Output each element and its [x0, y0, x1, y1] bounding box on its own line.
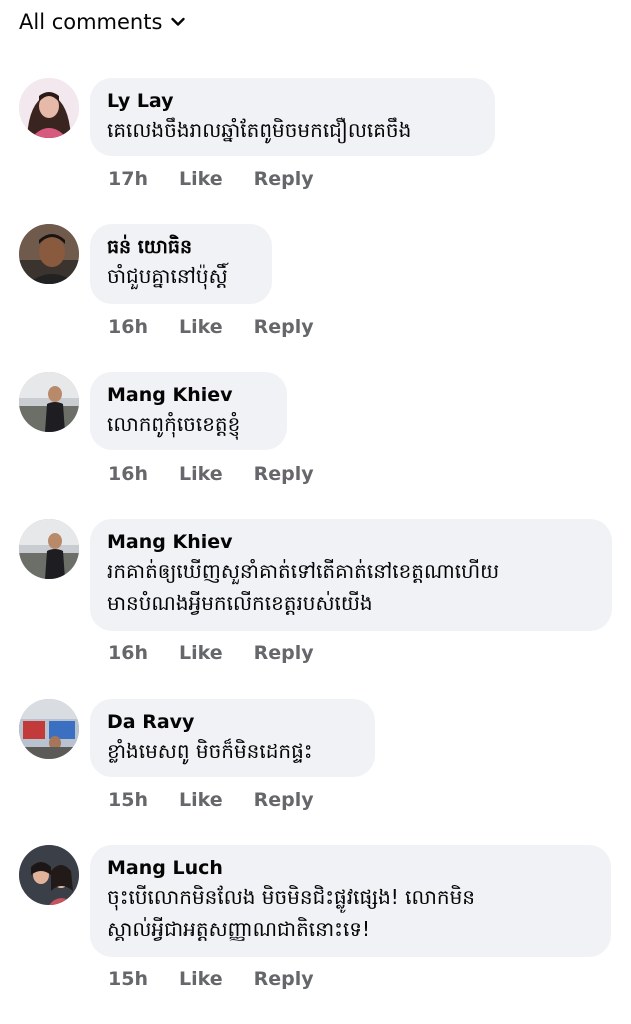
comment-item: Da Ravy ខ្លាំងមេសពូ មិចក៏មិនដេកផ្ទះ 15h …	[19, 699, 617, 819]
like-button[interactable]: Like	[179, 316, 223, 338]
comment-actions: 17h Like Reply	[108, 168, 314, 190]
comment-text-line: ស្គាល់អ្វីជាអត្តសញ្ញាណជាតិនោះទេ!	[107, 917, 370, 941]
comment-time[interactable]: 16h	[108, 463, 148, 485]
comment-item: Ly Lay គេលេងចឹងរាលឆ្នាំតែពូមិចមកជឿលគេចឹង…	[19, 78, 617, 198]
comment-actions: 16h Like Reply	[108, 316, 314, 338]
comment-text: ចុះបើលោកមិនលែង មិចមិនជិះផ្លូវផ្សេង! លោកម…	[107, 885, 475, 909]
reply-button[interactable]: Reply	[254, 642, 314, 664]
comment-bubble: Ly Lay គេលេងចឹងរាលឆ្នាំតែពូមិចមកជឿលគេចឹង	[90, 78, 495, 156]
comment-author[interactable]: Ly Lay	[107, 88, 478, 114]
avatar[interactable]	[19, 224, 79, 284]
comment-text: លោកពូកុំចេខេត្តខ្ញុំ	[107, 412, 241, 436]
like-button[interactable]: Like	[179, 789, 223, 811]
avatar[interactable]	[19, 78, 79, 138]
comment-item: ធន់ យោធិន ចាំជួបគ្នានៅប៉ុស្ដិ៍ 16h Like …	[19, 224, 617, 344]
comment-bubble: Mang Luch ចុះបើលោកមិនលែង មិចមិនជិះផ្លូវផ…	[90, 845, 611, 957]
avatar[interactable]	[19, 845, 79, 905]
comment-actions: 16h Like Reply	[108, 642, 314, 664]
avatar[interactable]	[19, 372, 79, 432]
avatar[interactable]	[19, 699, 79, 759]
comment-actions: 16h Like Reply	[108, 463, 314, 485]
reply-button[interactable]: Reply	[254, 789, 314, 811]
comment-bubble: ធន់ យោធិន ចាំជួបគ្នានៅប៉ុស្ដិ៍	[90, 224, 272, 304]
reply-button[interactable]: Reply	[254, 463, 314, 485]
comment-text: ចាំជួបគ្នានៅប៉ុស្ដិ៍	[107, 264, 228, 288]
filter-label: All comments	[19, 10, 163, 34]
comment-author[interactable]: Mang Khiev	[107, 529, 595, 555]
comment-text: ខ្លាំងមេសពូ មិចក៏មិនដេកផ្ទះ	[107, 739, 313, 763]
comment-item: Mang Khiev រកគាត់ឲ្យឃើញសួនាំគាត់ទៅតើគាត់…	[19, 519, 617, 669]
avatar[interactable]	[19, 519, 79, 579]
reply-button[interactable]: Reply	[254, 316, 314, 338]
comments-filter-dropdown[interactable]: All comments	[19, 10, 186, 34]
comment-actions: 15h Like Reply	[108, 968, 314, 990]
comment-author[interactable]: ធន់ យោធិន	[107, 234, 255, 260]
comment-author[interactable]: Da Ravy	[107, 709, 358, 735]
comment-bubble: Mang Khiev រកគាត់ឲ្យឃើញសួនាំគាត់ទៅតើគាត់…	[90, 519, 612, 631]
like-button[interactable]: Like	[179, 168, 223, 190]
comment-actions: 15h Like Reply	[108, 789, 314, 811]
comment-bubble: Da Ravy ខ្លាំងមេសពូ មិចក៏មិនដេកផ្ទះ	[90, 699, 375, 777]
comment-time[interactable]: 15h	[108, 789, 148, 811]
comment-text: រកគាត់ឲ្យឃើញសួនាំគាត់ទៅតើគាត់នៅខេត្តណាហើ…	[107, 559, 500, 583]
comment-item: Mang Khiev លោកពូកុំចេខេត្តខ្ញុំ 16h Like…	[19, 372, 617, 492]
comment-author[interactable]: Mang Luch	[107, 855, 594, 881]
reply-button[interactable]: Reply	[254, 168, 314, 190]
like-button[interactable]: Like	[179, 642, 223, 664]
comment-time[interactable]: 17h	[108, 168, 148, 190]
comment-time[interactable]: 15h	[108, 968, 148, 990]
comment-text-line: មានបំណងអ្វីមកលើកខេត្តរបស់យើង	[107, 591, 373, 615]
reply-button[interactable]: Reply	[254, 968, 314, 990]
comment-item: Mang Luch ចុះបើលោកមិនលែង មិចមិនជិះផ្លូវផ…	[19, 845, 617, 995]
like-button[interactable]: Like	[179, 463, 223, 485]
comment-time[interactable]: 16h	[108, 316, 148, 338]
comment-time[interactable]: 16h	[108, 642, 148, 664]
comment-text: គេលេងចឹងរាលឆ្នាំតែពូមិចមកជឿលគេចឹង	[107, 118, 412, 142]
like-button[interactable]: Like	[179, 968, 223, 990]
comment-author[interactable]: Mang Khiev	[107, 382, 270, 408]
comment-bubble: Mang Khiev លោកពូកុំចេខេត្តខ្ញុំ	[90, 372, 287, 450]
chevron-down-icon	[171, 17, 186, 26]
